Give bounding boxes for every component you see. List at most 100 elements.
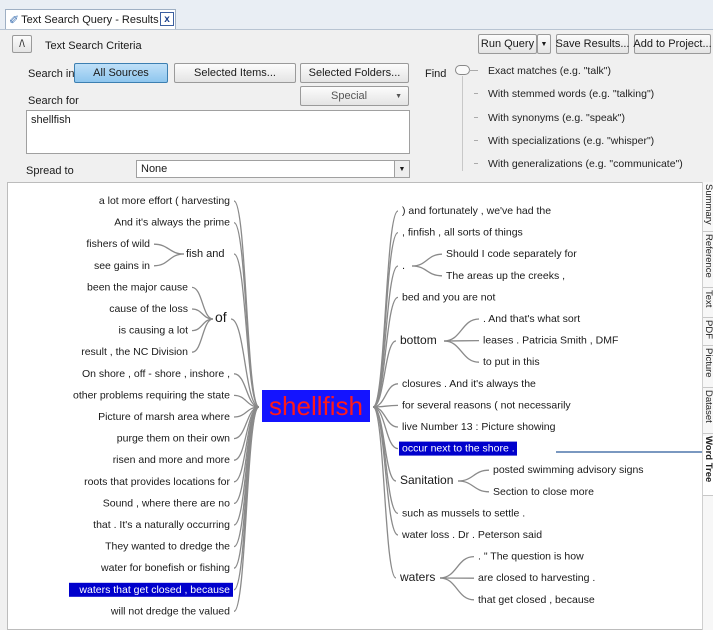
left-phrase[interactable]: On shore , off - shore , inshore , [82,368,230,380]
right-phrase[interactable]: live Number 13 : Picture showing [402,421,556,433]
selected-folders-button[interactable]: Selected Folders... [300,63,409,83]
find-option[interactable]: With stemmed words (e.g. "talking") [488,88,654,100]
left-phrase[interactable]: that . It's a naturally occurring [93,519,230,531]
left-phrase[interactable]: result , the NC Division [81,346,188,358]
left-phrase[interactable]: And it's always the prime [114,217,230,229]
find-option[interactable]: With specializations (e.g. "whisper") [488,135,654,147]
tab-text[interactable]: Text [703,290,713,318]
root-word[interactable]: shellfish [269,391,363,421]
right-group-node[interactable]: bottom [400,333,437,347]
view-tabs: Summary Reference Text PDF Picture Datas… [702,182,713,630]
dropdown-arrow-icon: ▼ [540,40,548,48]
left-phrase[interactable]: waters that get closed , because [78,584,230,596]
find-option[interactable]: With synonyms (e.g. "speak") [488,112,625,124]
right-phrase[interactable]: to put in this [483,356,540,368]
left-branch [230,318,260,408]
left-phrase[interactable]: purge them on their own [117,433,230,445]
spread-to-select[interactable]: None ▼ [136,160,410,178]
run-query-dropdown-button[interactable]: ▼ [537,34,551,54]
close-tab-button[interactable]: x [160,12,174,26]
right-phrase[interactable]: occur next to the shore . [402,443,515,455]
right-phrase[interactable]: Should I code separately for [446,248,577,260]
word-tree[interactable]: shellfish a lot more effort ( harvesting A… [8,183,703,630]
left-phrase[interactable]: Sound , where there are no [103,497,230,509]
right-phrase[interactable]: Section to close more [493,486,594,498]
tab-dataset[interactable]: Dataset [703,390,713,434]
document-tab[interactable]: ✐ Text Search Query - Results Pr [5,9,176,29]
left-phrase[interactable]: been the major cause [87,281,188,293]
right-phrase[interactable]: . " The question is how [478,551,584,563]
right-group-node[interactable]: Sanitation [400,473,453,487]
right-sub-branch [443,318,480,342]
right-sub-branch [439,577,475,601]
collapse-criteria-button[interactable]: /\ [12,35,32,53]
find-slider[interactable] [455,65,470,75]
right-phrase[interactable]: for several reasons ( not necessarily [402,399,571,411]
right-sub-branch [457,469,490,482]
left-branch [233,406,260,548]
special-dropdown[interactable]: Special ▼ [300,86,409,106]
right-branch [372,406,399,515]
find-option[interactable]: Exact matches (e.g. "talk") [488,65,611,77]
run-query-button[interactable]: Run Query [478,34,537,54]
selected-items-button[interactable]: Selected Items... [174,63,296,83]
left-phrase[interactable]: will not dredge the valued [110,605,230,617]
tab-pdf[interactable]: PDF [703,320,713,346]
save-results-button[interactable]: Save Results... [556,34,630,54]
left-group-node[interactable]: of [215,309,227,325]
right-branch [372,231,399,408]
left-phrase[interactable]: roots that provides locations for [84,476,230,488]
right-phrase[interactable]: closures . And it's always the [402,378,536,390]
right-phrase[interactable]: The areas up the creeks , [446,270,565,282]
search-in-label: Search in [28,68,75,80]
tab-summary[interactable]: Summary [703,184,713,232]
right-phrase[interactable]: are closed to harvesting . [478,572,595,584]
right-phrase[interactable]: bed and you are not [402,291,495,303]
find-option[interactable]: With generalizations (e.g. "communicate"… [488,158,683,170]
word-tree-canvas[interactable]: shellfish a lot more effort ( harvesting A… [7,182,703,630]
right-phrase[interactable]: water loss . Dr . Peterson said [401,529,542,541]
right-group-node[interactable]: . [402,260,405,272]
left-phrase[interactable]: fishers of wild [86,238,150,250]
find-slider-tick [469,70,478,71]
right-phrase[interactable]: . And that's what sort [483,313,580,325]
find-slider-tick [474,140,478,141]
search-for-input[interactable]: shellfish [26,110,410,154]
right-phrase[interactable]: ) and fortunately , we've had the [402,205,551,217]
left-phrase[interactable]: Picture of marsh area where [98,411,230,423]
document-tab-title: Text Search Query - Results Pr [21,13,173,26]
right-sub-branch [457,480,490,493]
find-slider-tick [474,117,478,118]
right-sub-branch [411,265,443,277]
left-phrase[interactable]: other problems requiring the state [73,389,230,401]
right-phrase[interactable]: leases . Patricia Smith , DMF [483,335,618,347]
left-phrase[interactable]: cause of the loss [109,303,188,315]
spread-to-value: None [141,163,168,175]
find-slider-tick [474,163,478,164]
find-slider-track [462,76,463,171]
right-branch [372,406,397,482]
tab-picture[interactable]: Picture [703,348,713,388]
left-phrase[interactable]: see gains in [94,260,150,272]
right-phrase[interactable]: , finfish , all sorts of things [402,227,523,239]
left-phrase[interactable]: is causing a lot [119,325,189,337]
tab-word-tree[interactable]: Word Tree [703,436,713,496]
left-phrase[interactable]: They wanted to dredge the [105,541,230,553]
left-phrase[interactable]: water for bonefish or fishing [100,562,230,574]
left-phrase[interactable]: risen and more and more [113,454,230,466]
tab-reference[interactable]: Reference [703,234,713,288]
all-sources-button[interactable]: All Sources [74,63,168,83]
dropdown-arrow-icon: ▼ [394,161,409,177]
left-group-node[interactable]: fish and [186,248,225,260]
right-sub-branch [443,340,480,363]
right-phrase[interactable]: that get closed , because [478,594,595,606]
search-for-label: Search for [28,95,79,107]
left-sub-branch [153,253,185,267]
criteria-title: Text Search Criteria [45,40,142,52]
right-phrase[interactable]: posted swimming advisory signs [493,464,644,476]
right-phrase[interactable]: such as mussels to settle . [402,507,525,519]
right-sub-branch [411,253,443,267]
add-to-project-button[interactable]: Add to Project... [633,34,712,54]
left-phrase[interactable]: a lot more effort ( harvesting [99,195,230,207]
right-group-node[interactable]: waters [399,570,435,584]
